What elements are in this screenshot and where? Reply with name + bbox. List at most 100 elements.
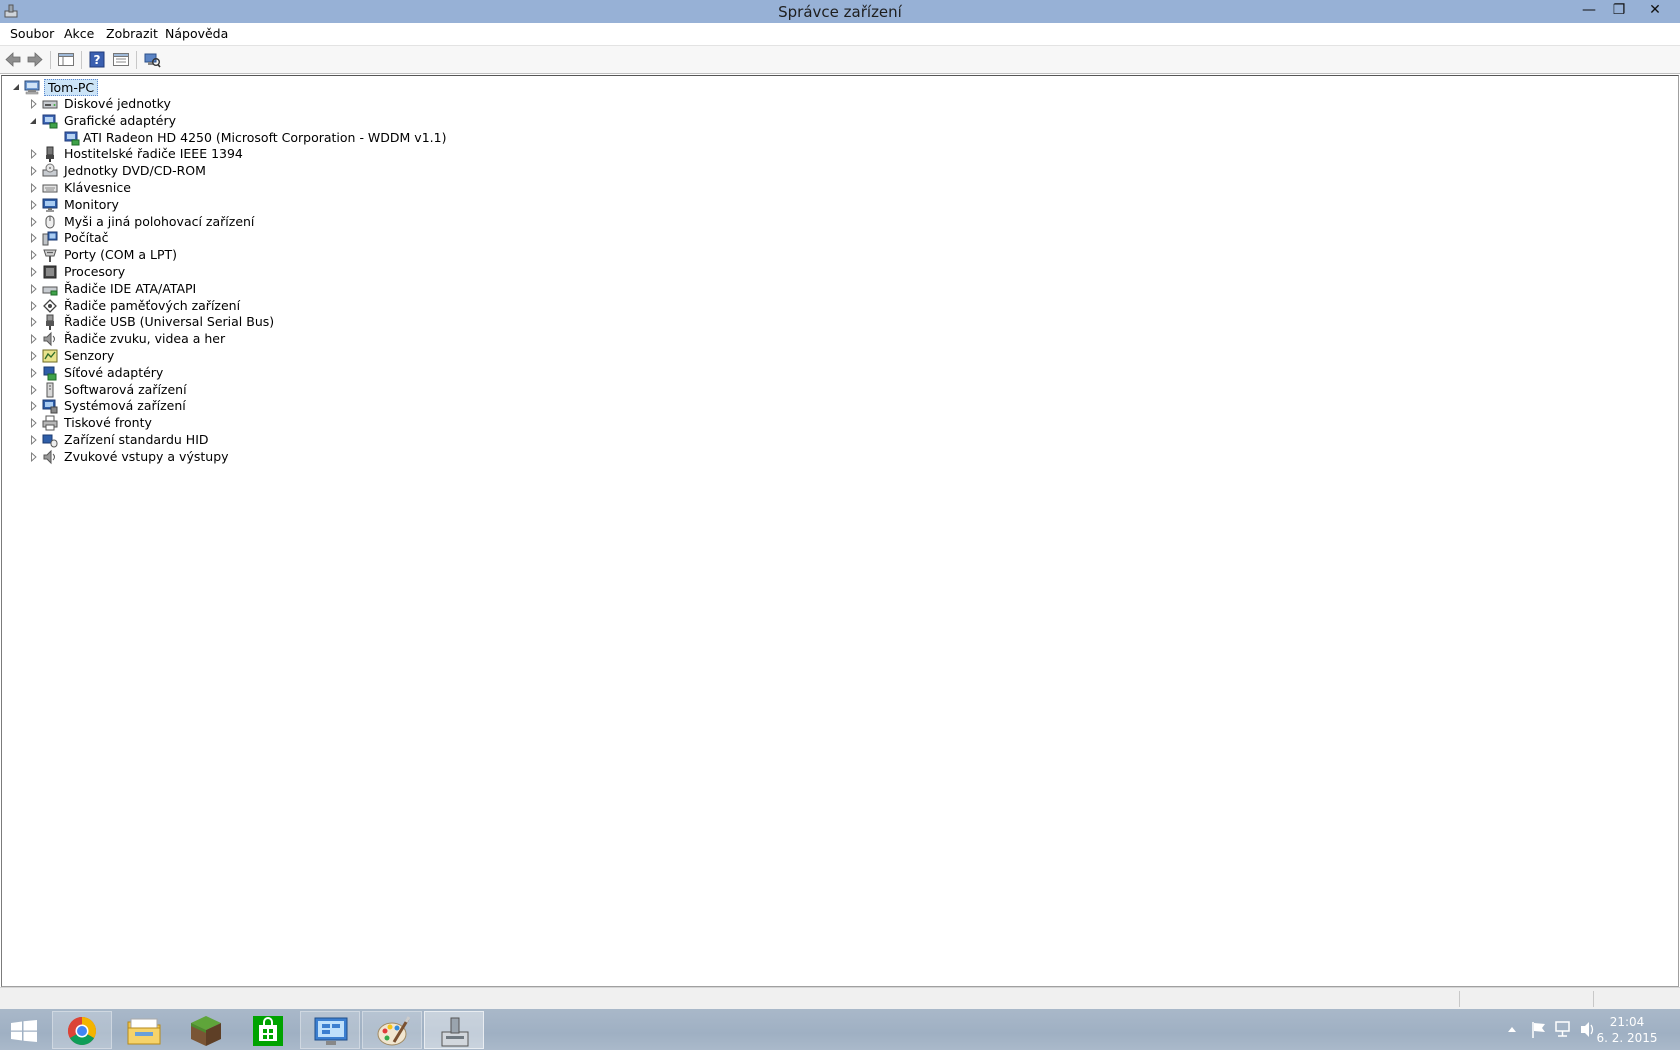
tree-category-label[interactable]: Porty (COM a LPT) xyxy=(64,246,177,264)
display-adapter-device-icon xyxy=(64,131,80,146)
clock-time: 21:04 xyxy=(1609,1015,1645,1029)
expand-arrow-icon[interactable] xyxy=(29,414,39,432)
tree-category-label[interactable]: Klávesnice xyxy=(64,179,131,197)
expand-arrow-icon[interactable] xyxy=(29,229,39,247)
monitor-icon xyxy=(42,198,58,212)
taskbar-file-explorer[interactable] xyxy=(114,1011,174,1049)
start-icon xyxy=(11,1020,37,1042)
tree-category-label[interactable]: Počítač xyxy=(64,229,109,247)
toolbar-separator xyxy=(50,51,51,69)
expand-arrow-icon[interactable] xyxy=(29,313,39,331)
tree-category-label[interactable]: Řadiče USB (Universal Serial Bus) xyxy=(64,313,274,331)
tree-category-label[interactable]: Diskové jednotky xyxy=(64,95,171,113)
menu-zobrazit[interactable]: Zobrazit xyxy=(106,26,158,41)
tree-category-label[interactable]: Řadiče IDE ATA/ATAPI xyxy=(64,280,196,298)
tree-category-label[interactable]: Zvukové vstupy a výstupy xyxy=(64,448,229,466)
expand-arrow-icon[interactable] xyxy=(29,364,39,382)
show-hidden-icons-icon[interactable] xyxy=(1505,1009,1519,1050)
tree-category-label[interactable]: Hostitelské řadiče IEEE 1394 xyxy=(64,145,243,163)
display-adapter-icon xyxy=(42,114,58,129)
help-icon[interactable]: ? xyxy=(88,51,106,68)
restore-button[interactable]: ❐ xyxy=(1604,0,1634,20)
title-bar: Správce zařízení — ❐ ✕ xyxy=(0,0,1680,24)
expand-arrow-icon[interactable] xyxy=(29,330,39,348)
toolbar: ? xyxy=(0,46,1680,74)
back-arrow-icon[interactable] xyxy=(4,51,22,68)
printer-icon xyxy=(42,415,58,431)
collapse-arrow-icon[interactable] xyxy=(29,112,39,130)
tree-category-label[interactable]: Grafické adaptéry xyxy=(64,112,176,130)
menu-napoveda[interactable]: Nápověda xyxy=(165,26,228,41)
usb-icon xyxy=(46,314,54,330)
expand-arrow-icon[interactable] xyxy=(29,280,39,298)
tree-category-label[interactable]: Řadiče zvuku, videa a her xyxy=(64,330,225,348)
show-hide-console-tree-icon[interactable] xyxy=(57,51,75,68)
minimize-button[interactable]: — xyxy=(1574,0,1604,20)
chrome-icon xyxy=(68,1017,96,1045)
toolbar-separator xyxy=(136,51,137,69)
status-separator xyxy=(1459,991,1460,1007)
scan-hardware-icon[interactable] xyxy=(143,51,161,68)
keyboard-icon xyxy=(42,184,58,193)
remote-desktop-icon xyxy=(314,1017,348,1045)
taskbar-device-manager[interactable] xyxy=(424,1011,484,1049)
expand-arrow-icon[interactable] xyxy=(29,95,39,113)
audio-io-icon xyxy=(43,449,55,465)
expand-arrow-icon[interactable] xyxy=(29,179,39,197)
tree-root-label[interactable]: Tom-PC xyxy=(44,79,99,96)
file-explorer-icon xyxy=(127,1018,161,1045)
device-tree[interactable]: Tom-PC Diskové jednotky Grafické adaptéry… xyxy=(1,75,1679,987)
tree-category-label[interactable]: Procesory xyxy=(64,263,125,281)
network-icon[interactable] xyxy=(1553,1009,1573,1050)
computer-root-icon xyxy=(24,80,40,95)
tree-category-label[interactable]: Senzory xyxy=(64,347,114,365)
status-bar xyxy=(0,987,1680,1010)
device-manager-icon xyxy=(441,1017,469,1047)
collapse-arrow-icon[interactable] xyxy=(12,78,22,96)
expand-arrow-icon[interactable] xyxy=(29,347,39,365)
tree-category-label[interactable]: Monitory xyxy=(64,196,119,214)
expand-arrow-icon[interactable] xyxy=(29,246,39,264)
disk-drive-icon xyxy=(42,100,58,109)
tree-category-label[interactable]: Zařízení standardu HID xyxy=(64,431,209,449)
computer-icon xyxy=(42,231,58,246)
start-button[interactable] xyxy=(0,1011,48,1049)
port-icon xyxy=(43,249,57,262)
close-button[interactable]: ✕ xyxy=(1640,0,1670,20)
taskbar: 21:04 6. 2. 2015 xyxy=(0,1009,1680,1050)
system-clock[interactable]: 21:04 6. 2. 2015 xyxy=(1592,1014,1662,1046)
sound-icon xyxy=(43,331,55,347)
menu-akce[interactable]: Akce xyxy=(64,26,94,41)
tree-category-label[interactable]: Tiskové fronty xyxy=(64,414,152,432)
tree-category-label[interactable]: Systémová zařízení xyxy=(64,397,186,415)
svg-text:?: ? xyxy=(94,53,101,67)
expand-arrow-icon[interactable] xyxy=(29,448,39,466)
hid-icon xyxy=(42,434,58,448)
software-device-icon xyxy=(46,382,54,398)
toolbar-separator xyxy=(81,51,82,69)
storage-controller-icon xyxy=(43,299,57,313)
expand-arrow-icon[interactable] xyxy=(29,196,39,214)
action-center-flag-icon[interactable] xyxy=(1530,1009,1548,1050)
expand-arrow-icon[interactable] xyxy=(29,397,39,415)
mouse-icon xyxy=(45,215,55,229)
expand-arrow-icon[interactable] xyxy=(29,145,39,163)
tree-category-label[interactable]: Síťové adaptéry xyxy=(64,364,163,382)
expand-arrow-icon[interactable] xyxy=(29,431,39,449)
taskbar-minecraft[interactable] xyxy=(176,1011,236,1049)
processor-icon xyxy=(43,265,57,279)
expand-arrow-icon[interactable] xyxy=(29,263,39,281)
window-title: Správce zařízení xyxy=(778,3,902,21)
taskbar-paint[interactable] xyxy=(362,1011,422,1049)
taskbar-store[interactable] xyxy=(238,1011,298,1049)
menu-soubor[interactable]: Soubor xyxy=(10,26,54,41)
tree-category-label[interactable]: Jednotky DVD/CD-ROM xyxy=(64,162,206,180)
expand-arrow-icon[interactable] xyxy=(29,162,39,180)
properties-icon[interactable] xyxy=(112,51,130,68)
taskbar-remote-desktop[interactable] xyxy=(300,1011,360,1049)
dvd-drive-icon xyxy=(42,163,58,177)
system-device-icon xyxy=(42,399,58,414)
store-icon xyxy=(253,1016,283,1046)
taskbar-chrome[interactable] xyxy=(52,1011,112,1049)
forward-arrow-icon[interactable] xyxy=(26,51,44,68)
